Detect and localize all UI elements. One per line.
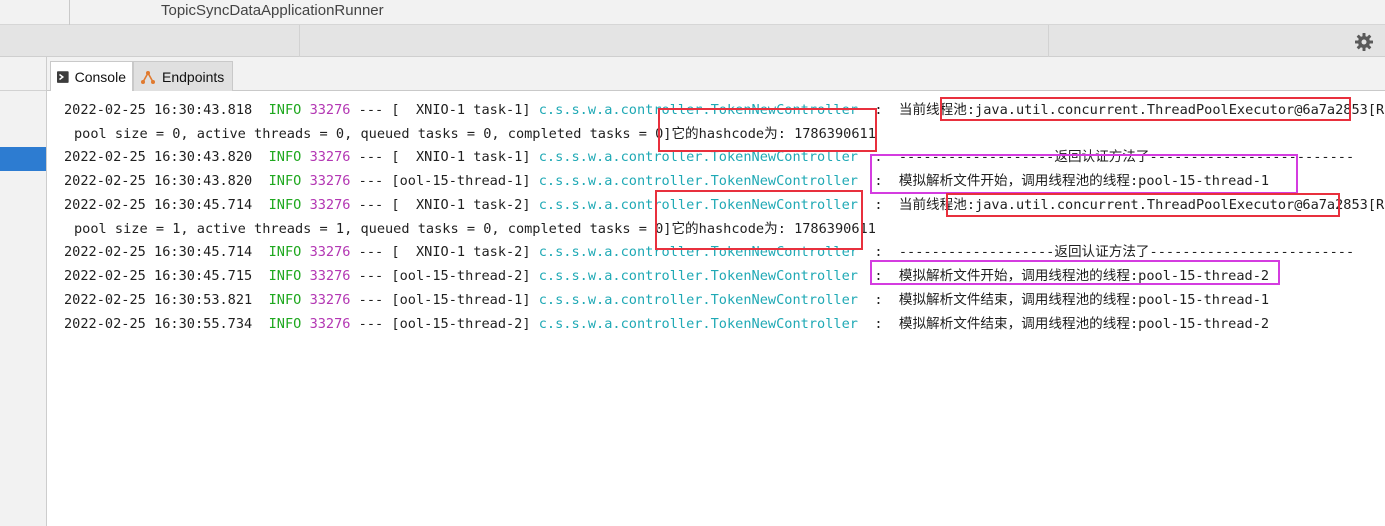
run-config-bar: TopicSyncDataApplicationRunner	[0, 0, 1385, 25]
log-line: 2022-02-25 16:30:53.821 INFO 33276 --- […	[64, 292, 1270, 308]
endpoints-icon	[141, 70, 155, 84]
tab-console-label: Console	[74, 68, 126, 85]
log-line: 2022-02-25 16:30:45.714 INFO 33276 --- […	[64, 244, 1355, 260]
log-line: pool size = 0, active threads = 0, queue…	[74, 126, 876, 142]
tab-endpoints-label: Endpoints	[162, 68, 225, 85]
run-config-name[interactable]: TopicSyncDataApplicationRunner	[161, 2, 384, 19]
gear-icon[interactable]	[1354, 32, 1374, 52]
tree-divider	[0, 90, 46, 91]
log-line: pool size = 1, active threads = 1, queue…	[74, 221, 876, 237]
log-line: 2022-02-25 16:30:45.715 INFO 33276 --- […	[64, 268, 1270, 284]
tab-endpoints[interactable]: Endpoints	[133, 61, 233, 91]
console-icon	[57, 70, 69, 83]
selected-tree-item[interactable]	[0, 147, 46, 171]
services-toolbar	[0, 25, 1385, 57]
log-line: 2022-02-25 16:30:43.818 INFO 33276 --- […	[64, 102, 1385, 118]
log-line: 2022-02-25 16:30:43.820 INFO 33276 --- […	[64, 173, 1270, 189]
toolbar-separator	[1048, 25, 1049, 57]
toolbar-separator	[299, 25, 300, 57]
log-line: 2022-02-25 16:30:43.820 INFO 33276 --- […	[64, 149, 1355, 165]
tab-console[interactable]: Console	[50, 61, 133, 91]
log-line: 2022-02-25 16:30:45.714 INFO 33276 --- […	[64, 197, 1385, 213]
services-tree-panel	[0, 57, 47, 526]
console-output[interactable]: 2022-02-25 16:30:43.818 INFO 33276 --- […	[48, 92, 1385, 526]
log-line: 2022-02-25 16:30:55.734 INFO 33276 --- […	[64, 316, 1270, 332]
run-config-divider	[69, 0, 70, 25]
tool-window-tabs: Console Endpoints	[47, 57, 1385, 91]
